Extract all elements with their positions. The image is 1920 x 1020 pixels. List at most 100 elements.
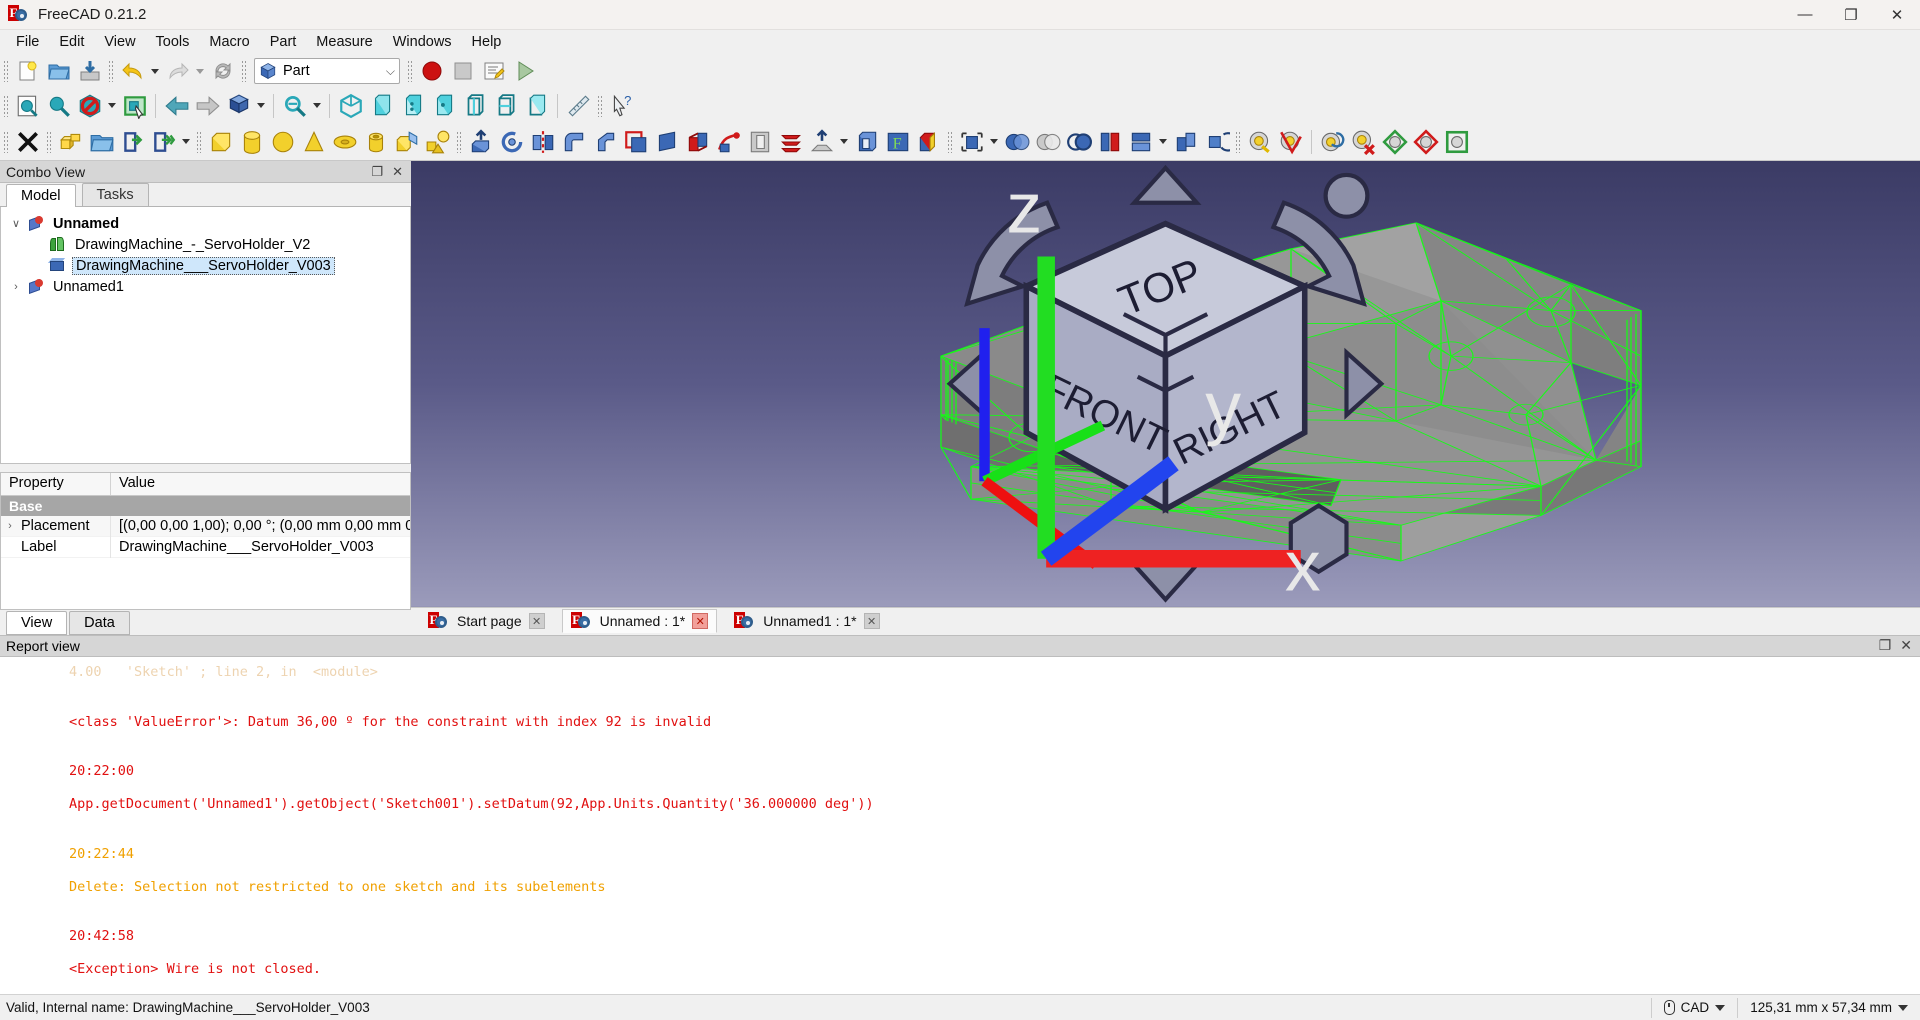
draw-style-icon[interactable] — [74, 90, 105, 121]
toolbar-grip[interactable] — [456, 130, 462, 153]
refresh-icon[interactable] — [207, 56, 238, 87]
toolbar-grip[interactable] — [597, 94, 603, 117]
undo-icon[interactable] — [117, 56, 148, 87]
minimize-button[interactable]: — — [1782, 0, 1828, 30]
section-icon[interactable] — [744, 126, 775, 157]
fit-selection-icon[interactable] — [43, 90, 74, 121]
measure-toggle-delta-icon[interactable] — [1441, 126, 1472, 157]
rear-view-icon[interactable] — [459, 90, 490, 121]
measure-icon[interactable] — [563, 90, 594, 121]
macro-stop-icon[interactable] — [447, 56, 478, 87]
box-icon[interactable] — [205, 126, 236, 157]
fillet-icon[interactable] — [558, 126, 589, 157]
tube-icon[interactable] — [360, 126, 391, 157]
redo-dropdown-icon[interactable] — [193, 56, 207, 87]
toolbar-grip[interactable] — [3, 94, 9, 117]
shape-builder-icon[interactable] — [391, 126, 422, 157]
new-document-icon[interactable] — [12, 56, 43, 87]
cylinder-icon[interactable] — [236, 126, 267, 157]
toolbar-grip[interactable] — [3, 60, 9, 82]
cone-icon[interactable] — [298, 126, 329, 157]
create-group-icon[interactable] — [86, 126, 117, 157]
bottom-view-icon[interactable] — [490, 90, 521, 121]
chamfer-icon[interactable] — [589, 126, 620, 157]
undo-dropdown-icon[interactable] — [148, 56, 162, 87]
split-icon[interactable] — [1125, 126, 1156, 157]
color-per-face-icon[interactable] — [913, 126, 944, 157]
compound-icon[interactable] — [1170, 126, 1201, 157]
doc-tab-unnamed1[interactable]: F Unnamed1 : 1* ✕ — [725, 609, 888, 633]
measure-toggle-3d-icon[interactable] — [1410, 126, 1441, 157]
close-x-icon[interactable] — [12, 126, 43, 157]
menu-windows[interactable]: Windows — [383, 32, 462, 52]
next-view-icon[interactable] — [192, 90, 223, 121]
axonometric-icon[interactable] — [223, 90, 254, 121]
tab-tasks[interactable]: Tasks — [81, 183, 149, 206]
boolean-dropdown-icon[interactable] — [987, 126, 1001, 157]
doc-tab-close-icon[interactable]: ✕ — [528, 613, 545, 629]
torus-icon[interactable] — [329, 126, 360, 157]
toolbar-grip[interactable] — [1235, 130, 1241, 153]
dimension-readout[interactable]: 125,31 mm x 57,34 mm — [1737, 997, 1920, 1018]
zoom-dropdown-icon[interactable] — [310, 90, 324, 121]
tree-item-servoholder-v003[interactable]: DrawingMachine___ServoHolder_V003 — [1, 255, 410, 276]
whats-this-icon[interactable]: ? — [606, 90, 637, 121]
tree-item-unnamed[interactable]: ∨ Unnamed — [1, 213, 410, 234]
menu-view[interactable]: View — [94, 32, 145, 52]
projection-icon[interactable]: F — [882, 126, 913, 157]
property-grid[interactable]: Property Value Base › Placement [(0,00 0… — [0, 472, 411, 610]
measure-clear-icon[interactable] — [1348, 126, 1379, 157]
float-panel-icon[interactable]: ❐ — [371, 165, 383, 178]
create-part-icon[interactable] — [55, 126, 86, 157]
zoom-icon[interactable] — [279, 90, 310, 121]
expand-arrow-icon[interactable]: › — [1, 520, 19, 532]
thickness-icon[interactable] — [851, 126, 882, 157]
tree-item-unnamed1[interactable]: › Unnamed1 — [1, 276, 410, 297]
doc-tab-close-icon[interactable]: ✕ — [692, 613, 709, 629]
loft-icon[interactable] — [682, 126, 713, 157]
tree-item-servoholder-v2[interactable]: DrawingMachine_-_ServoHolder_V2 — [1, 234, 410, 255]
refine-shape-icon[interactable] — [1201, 126, 1232, 157]
front-view-icon[interactable] — [366, 90, 397, 121]
right-view-icon[interactable] — [428, 90, 459, 121]
selection-view-icon[interactable] — [119, 90, 150, 121]
mirror-icon[interactable] — [527, 126, 558, 157]
menu-edit[interactable]: Edit — [49, 32, 94, 52]
offset-dropdown-icon[interactable] — [837, 126, 851, 157]
sweep-icon[interactable] — [713, 126, 744, 157]
workbench-selector[interactable]: Part ⌵ — [254, 58, 400, 84]
macro-execute-icon[interactable] — [509, 56, 540, 87]
report-view-body[interactable]: 4.00 'Sketch' ; line 2, in <module> <cla… — [0, 656, 1920, 994]
doc-tab-close-icon[interactable]: ✕ — [863, 613, 880, 629]
chevron-down-icon[interactable] — [1898, 1004, 1908, 1011]
menu-measure[interactable]: Measure — [306, 32, 382, 52]
doc-tab-start-page[interactable]: F Start page ✕ — [419, 609, 554, 633]
close-panel-icon[interactable]: ✕ — [392, 165, 403, 178]
float-panel-icon[interactable]: ❐ — [1879, 637, 1892, 654]
toolbar-grip[interactable] — [108, 60, 114, 82]
chevron-down-icon[interactable] — [1715, 1004, 1726, 1011]
tab-data[interactable]: Data — [69, 610, 130, 635]
macro-edit-icon[interactable] — [478, 56, 509, 87]
menu-help[interactable]: Help — [462, 32, 512, 52]
macro-record-icon[interactable] — [416, 56, 447, 87]
ruled-surface-icon[interactable] — [651, 126, 682, 157]
menu-file[interactable]: File — [6, 32, 49, 52]
cross-sections-icon[interactable] — [775, 126, 806, 157]
tab-model[interactable]: Model — [6, 184, 76, 207]
draw-style-dropdown-icon[interactable] — [105, 90, 119, 121]
chevron-down-icon[interactable]: ∨ — [5, 217, 27, 230]
navigation-mode-selector[interactable]: CAD — [1650, 997, 1738, 1018]
close-panel-icon[interactable]: ✕ — [1900, 637, 1912, 654]
primitives-icon[interactable] — [422, 126, 453, 157]
link-dropdown-icon[interactable] — [179, 126, 193, 157]
isometric-icon[interactable] — [335, 90, 366, 121]
toolbar-grip[interactable] — [407, 60, 413, 82]
maximize-button[interactable]: ❐ — [1828, 0, 1874, 30]
measure-linear-icon[interactable] — [1244, 126, 1275, 157]
fit-all-icon[interactable] — [12, 90, 43, 121]
cut-icon[interactable] — [1001, 126, 1032, 157]
axonometric-dropdown-icon[interactable] — [254, 90, 268, 121]
property-row-placement[interactable]: › Placement [(0,00 0,00 1,00); 0,00 °; (… — [1, 515, 410, 537]
measure-refresh-icon[interactable] — [1317, 126, 1348, 157]
